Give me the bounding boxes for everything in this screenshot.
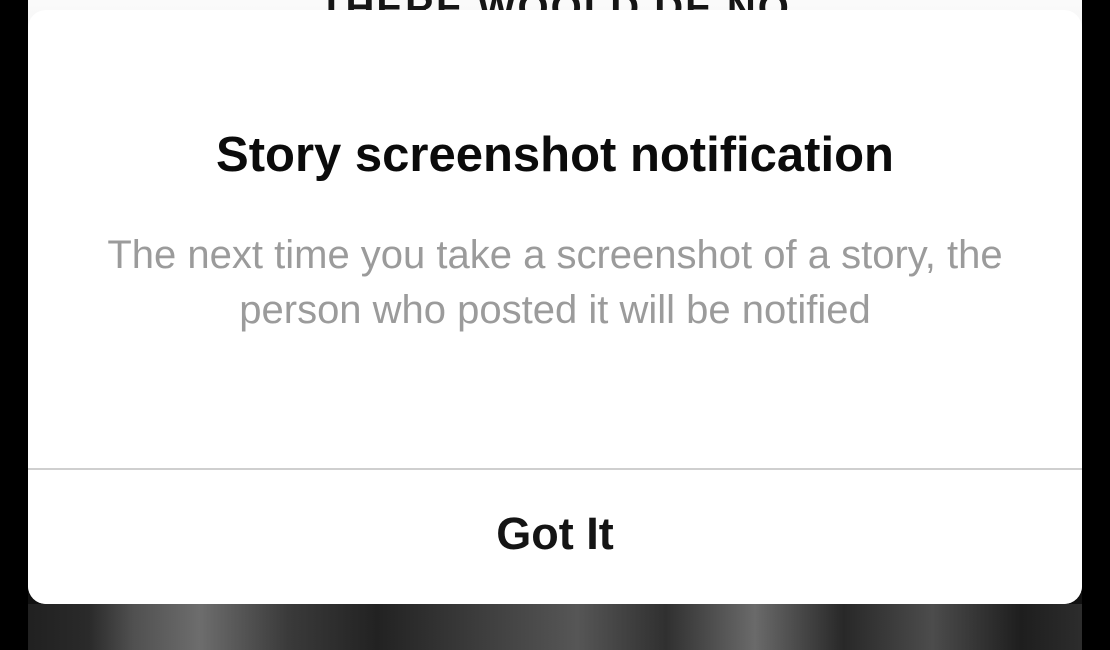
background-story-bottom <box>0 604 1110 650</box>
story-screenshot-dialog: Story screenshot notification The next t… <box>28 10 1082 604</box>
dialog-body: Story screenshot notification The next t… <box>28 10 1082 468</box>
dialog-title: Story screenshot notification <box>216 130 894 181</box>
dialog-actions: Got It <box>28 468 1082 604</box>
got-it-button[interactable]: Got It <box>28 470 1082 604</box>
letterbox-left <box>0 0 28 650</box>
dialog-message: The next time you take a screenshot of a… <box>105 228 1005 338</box>
letterbox-right <box>1082 0 1110 650</box>
screenshot-viewport: THERE WOOLD DE NO @WABetaInfo Story scre… <box>0 0 1110 650</box>
